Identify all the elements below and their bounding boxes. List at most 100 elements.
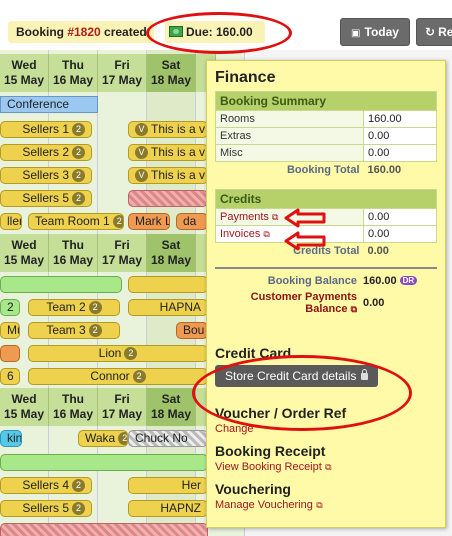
booking-label: This is a v (151, 122, 206, 136)
summary-label: Rooms (215, 110, 364, 128)
day-label: Sat (161, 392, 181, 406)
booking-bar[interactable]: V This is a v (128, 167, 208, 184)
booking-bar[interactable]: Müll (0, 322, 20, 339)
count-badge: 2 (72, 502, 85, 515)
refresh-button[interactable]: ↻ Re (416, 18, 452, 46)
date-label: 15 May (3, 407, 45, 421)
booking-bar[interactable]: HAPNZ (128, 500, 208, 517)
customer-payments-label[interactable]: Customer Payments Balance ⧉ (215, 291, 363, 315)
date-label: 18 May (150, 73, 192, 87)
booking-label: Sellers 3 (22, 168, 69, 182)
booking-created-suffix: created (100, 25, 147, 39)
booking-bar[interactable]: llers (0, 213, 22, 230)
day-label: Wed (11, 58, 37, 72)
date-header-sat: Sat 18 May (147, 54, 196, 92)
count-badge: 2 (118, 432, 127, 445)
booking-bar[interactable] (0, 276, 122, 293)
booking-label: da (183, 214, 197, 228)
external-link-icon: ⧉ (271, 211, 279, 222)
booking-label: Team 2 (46, 300, 86, 314)
summary-label: Misc (215, 144, 364, 162)
external-link-icon: ⧉ (316, 500, 323, 510)
booking-bar[interactable]: V This is a v (128, 121, 208, 138)
calendar-icon: ▣ (351, 28, 361, 39)
customer-payments-row: Customer Payments Balance ⧉ 0.00 (215, 291, 437, 315)
booking-bar[interactable]: Conference (0, 96, 98, 113)
booking-bar[interactable]: Sellers 12 (0, 121, 92, 138)
date-header-sat: Sat 18 May (147, 234, 196, 272)
booking-bar[interactable]: Sellers 52 (0, 500, 92, 517)
date-header-wed: Wed 15 May (0, 388, 49, 426)
booking-bar[interactable]: Team Room 12 (28, 213, 124, 230)
date-header-fri: Fri 17 May (98, 234, 147, 272)
v-icon: V (135, 169, 148, 182)
day-label: Wed (11, 392, 37, 406)
credits-table: Credits Payments ⧉ 0.00 Invoices ⧉ 0.00 Cr… (215, 188, 437, 260)
customer-payments-label-line2: Balance (305, 303, 348, 315)
payments-value: 0.00 (363, 207, 437, 226)
booking-bar[interactable]: V This is a v (128, 144, 208, 161)
day-label: Wed (11, 238, 37, 252)
booking-label: Sellers 5 (22, 501, 69, 515)
manage-vouchering-link[interactable]: Manage Vouchering (215, 499, 313, 511)
customer-payments-label-line1: Customer Payments (250, 291, 357, 303)
invoices-link[interactable]: Invoices (220, 228, 260, 240)
annotation-arrow-invoices (284, 231, 326, 251)
count-badge: 2 (88, 301, 102, 314)
today-label: Today (364, 25, 399, 39)
booking-bar[interactable]: Mark Lu (128, 213, 170, 230)
summary-value: 0.00 (363, 127, 437, 145)
view-booking-receipt-link[interactable]: View Booking Receipt (215, 461, 322, 473)
date-header-wed: Wed 15 May (0, 54, 49, 92)
booking-label: Connor (90, 369, 130, 383)
booking-total-label: Booking Total (286, 164, 360, 177)
booking-bar[interactable]: HAPNA (128, 299, 208, 316)
day-label: Fri (114, 58, 130, 72)
booking-bar[interactable]: 2 (0, 299, 20, 316)
day-label: Sat (161, 238, 181, 252)
date-header-wed: Wed 15 May (0, 234, 49, 272)
booking-bar[interactable]: Bou (176, 322, 208, 339)
booking-bar[interactable]: Waka 2 (78, 430, 128, 447)
external-link-icon: ⧉ (350, 304, 357, 314)
booking-bar[interactable]: Sellers 22 (0, 144, 92, 161)
today-button[interactable]: ▣ Today (340, 18, 410, 46)
booking-bar[interactable]: Sellers 42 (0, 477, 92, 494)
booking-bar[interactable] (0, 454, 208, 471)
booking-bar[interactable] (128, 276, 208, 293)
booking-bar[interactable]: da (176, 213, 208, 230)
booking-summary-table: Booking Summary Rooms 160.00 Extras 0.00 M… (215, 91, 437, 179)
count-badge: 2 (7, 300, 14, 314)
v-icon: V (135, 146, 148, 159)
booking-label: This is a v (151, 145, 206, 159)
booking-bar[interactable]: Her (128, 477, 208, 494)
booking-label: king (7, 431, 22, 445)
booking-bar[interactable]: 6 (0, 368, 20, 385)
booking-bar[interactable]: Sellers 52 (0, 190, 92, 207)
vouchering-heading: Vouchering (215, 481, 291, 497)
summary-label: Extras (215, 127, 364, 145)
count-badge: 2 (72, 146, 85, 159)
booking-bar[interactable]: Lion 2 (28, 345, 208, 362)
booking-label: Mark Lu (135, 214, 169, 228)
count-badge: 2 (124, 347, 138, 360)
booking-label: Waka (85, 431, 116, 445)
booking-number[interactable]: #1820 (67, 25, 100, 39)
external-link-icon: ⧉ (263, 228, 270, 239)
payments-link[interactable]: Payments (220, 211, 269, 223)
count-badge: 2 (132, 370, 146, 383)
date-label: 15 May (3, 253, 45, 267)
booking-bar[interactable]: king (0, 430, 22, 447)
booking-bar[interactable]: Team 22 (28, 299, 120, 316)
booking-bar[interactable]: Connor 2 (28, 368, 208, 385)
booking-bar[interactable]: Team 32 (28, 322, 120, 339)
count-badge: 2 (72, 123, 85, 136)
booking-bar[interactable] (0, 345, 20, 362)
finance-popover: Finance Booking Summary Rooms 160.00 Extr… (206, 60, 446, 528)
booking-summary-heading: Booking Summary (215, 91, 437, 111)
annotation-arrow-payments (284, 208, 326, 228)
booking-bar[interactable]: Sellers 32 (0, 167, 92, 184)
booking-bar[interactable]: Chuck No (128, 430, 208, 447)
count-badge: 2 (72, 479, 85, 492)
booking-label: Lion (98, 346, 122, 360)
